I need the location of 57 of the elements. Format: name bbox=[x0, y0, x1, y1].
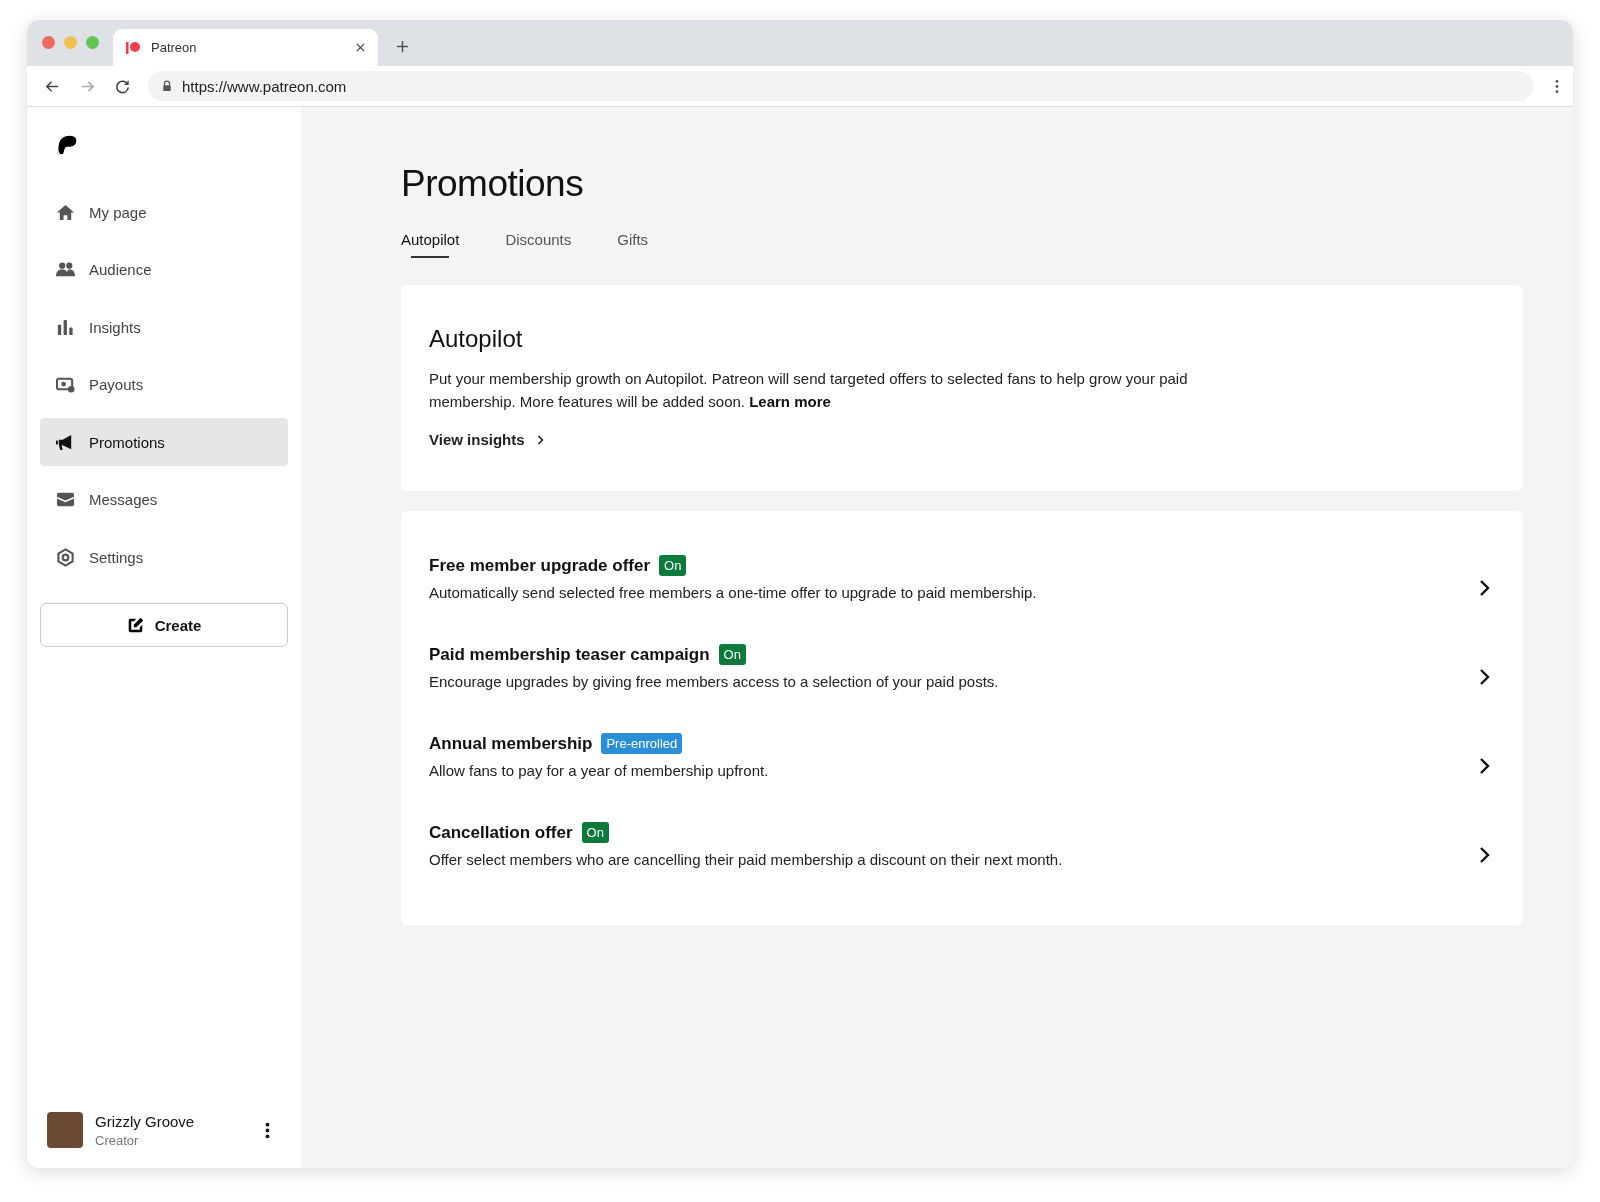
offer-description: Automatically send selected free members a one-time offer to upgrade to paid membership. bbox=[429, 584, 1038, 601]
sidebar-item[interactable]: Settings bbox=[40, 533, 288, 581]
chevron-right-icon bbox=[1478, 757, 1490, 775]
offer-description: Allow fans to pay for a year of membership upfront. bbox=[429, 762, 770, 779]
offer-description: Encourage upgrades by giving free members access to a selection of your paid posts. bbox=[429, 673, 1000, 690]
card-heading: Autopilot bbox=[429, 325, 524, 353]
photo-placeholder bbox=[47, 1112, 83, 1148]
envelope-icon bbox=[56, 490, 75, 509]
offer-row[interactable]: Cancellation offer On Offer select members who are cancelling their paid membership a discount on their next month. bbox=[429, 822, 1495, 911]
new-tab-icon[interactable] bbox=[395, 39, 410, 54]
sidebar-item[interactable]: Messages bbox=[40, 475, 288, 524]
offer-title: Cancellation offer bbox=[429, 822, 573, 843]
more-options-icon[interactable] bbox=[265, 1121, 270, 1139]
status-badge: Pre-enrolled bbox=[601, 733, 683, 754]
chevron-right-icon bbox=[1478, 846, 1490, 864]
logo-icon[interactable] bbox=[56, 134, 78, 156]
offer-title: Free member upgrade offer bbox=[429, 555, 651, 576]
chevron-right-icon bbox=[1478, 668, 1490, 686]
chevron-right-icon bbox=[1478, 579, 1490, 597]
tab[interactable]: Autopilot bbox=[401, 231, 460, 258]
create-button[interactable]: Create bbox=[40, 603, 288, 647]
offer-row[interactable]: Free member upgrade offer On Automatically send selected free members a one-time offer to upgrade to paid membership. bbox=[429, 555, 1495, 644]
status-badge: On bbox=[718, 644, 746, 665]
view-insights-link[interactable]: View insights bbox=[429, 431, 544, 448]
offer-row[interactable]: Annual membership Pre-enrolled Allow fans to pay for a year of membership upfront. bbox=[429, 733, 1495, 822]
edit-icon bbox=[126, 616, 144, 634]
user-role: Creator bbox=[95, 1132, 140, 1148]
status-badge: On bbox=[581, 822, 609, 843]
address-bar[interactable]: https://www.patreon.com bbox=[148, 71, 1533, 101]
offer-title: Annual membership bbox=[429, 733, 593, 754]
favicon-icon bbox=[125, 39, 141, 56]
people-icon bbox=[56, 260, 75, 279]
sidebar-item[interactable]: My page bbox=[40, 188, 288, 236]
user-name: Grizzly Groove bbox=[95, 1112, 196, 1130]
close-icon[interactable] bbox=[355, 42, 366, 53]
settings-icon bbox=[56, 547, 75, 567]
page-title: Promotions bbox=[401, 163, 585, 205]
money-icon bbox=[56, 375, 75, 394]
sidebar-item[interactable]: Audience bbox=[40, 245, 288, 294]
status-badge: On bbox=[659, 555, 687, 576]
lock-icon bbox=[162, 80, 172, 92]
autopilot-description: Put your membership growth on Autopilot. Patreon will send targeted offers to selected fans to help grow your paid membership. More features will be added soon. Learn more bbox=[429, 369, 1189, 412]
sidebar-item[interactable]: Promotions bbox=[40, 418, 288, 466]
tab[interactable]: Discounts bbox=[505, 231, 572, 258]
sidebar-item[interactable]: Payouts bbox=[40, 360, 288, 409]
bar-chart-icon bbox=[56, 317, 75, 337]
offer-row[interactable]: Paid membership teaser campaign On Encourage upgrades by giving free members access to a selection of your paid posts. bbox=[429, 644, 1495, 733]
offer-description: Offer select members who are cancelling their paid membership a discount on their next month. bbox=[429, 851, 1064, 868]
offer-title: Paid membership teaser campaign bbox=[429, 644, 710, 665]
learn-more-link[interactable]: Learn more bbox=[749, 393, 831, 410]
chevron-right-icon bbox=[535, 433, 544, 446]
home-icon bbox=[56, 202, 75, 222]
menu-icon[interactable] bbox=[1555, 78, 1559, 94]
tab[interactable]: Gifts bbox=[617, 231, 649, 258]
tab-title: Patreon bbox=[151, 40, 198, 55]
sidebar-item[interactable]: Insights bbox=[40, 303, 288, 351]
browser-tab[interactable]: Patreon bbox=[113, 29, 378, 66]
